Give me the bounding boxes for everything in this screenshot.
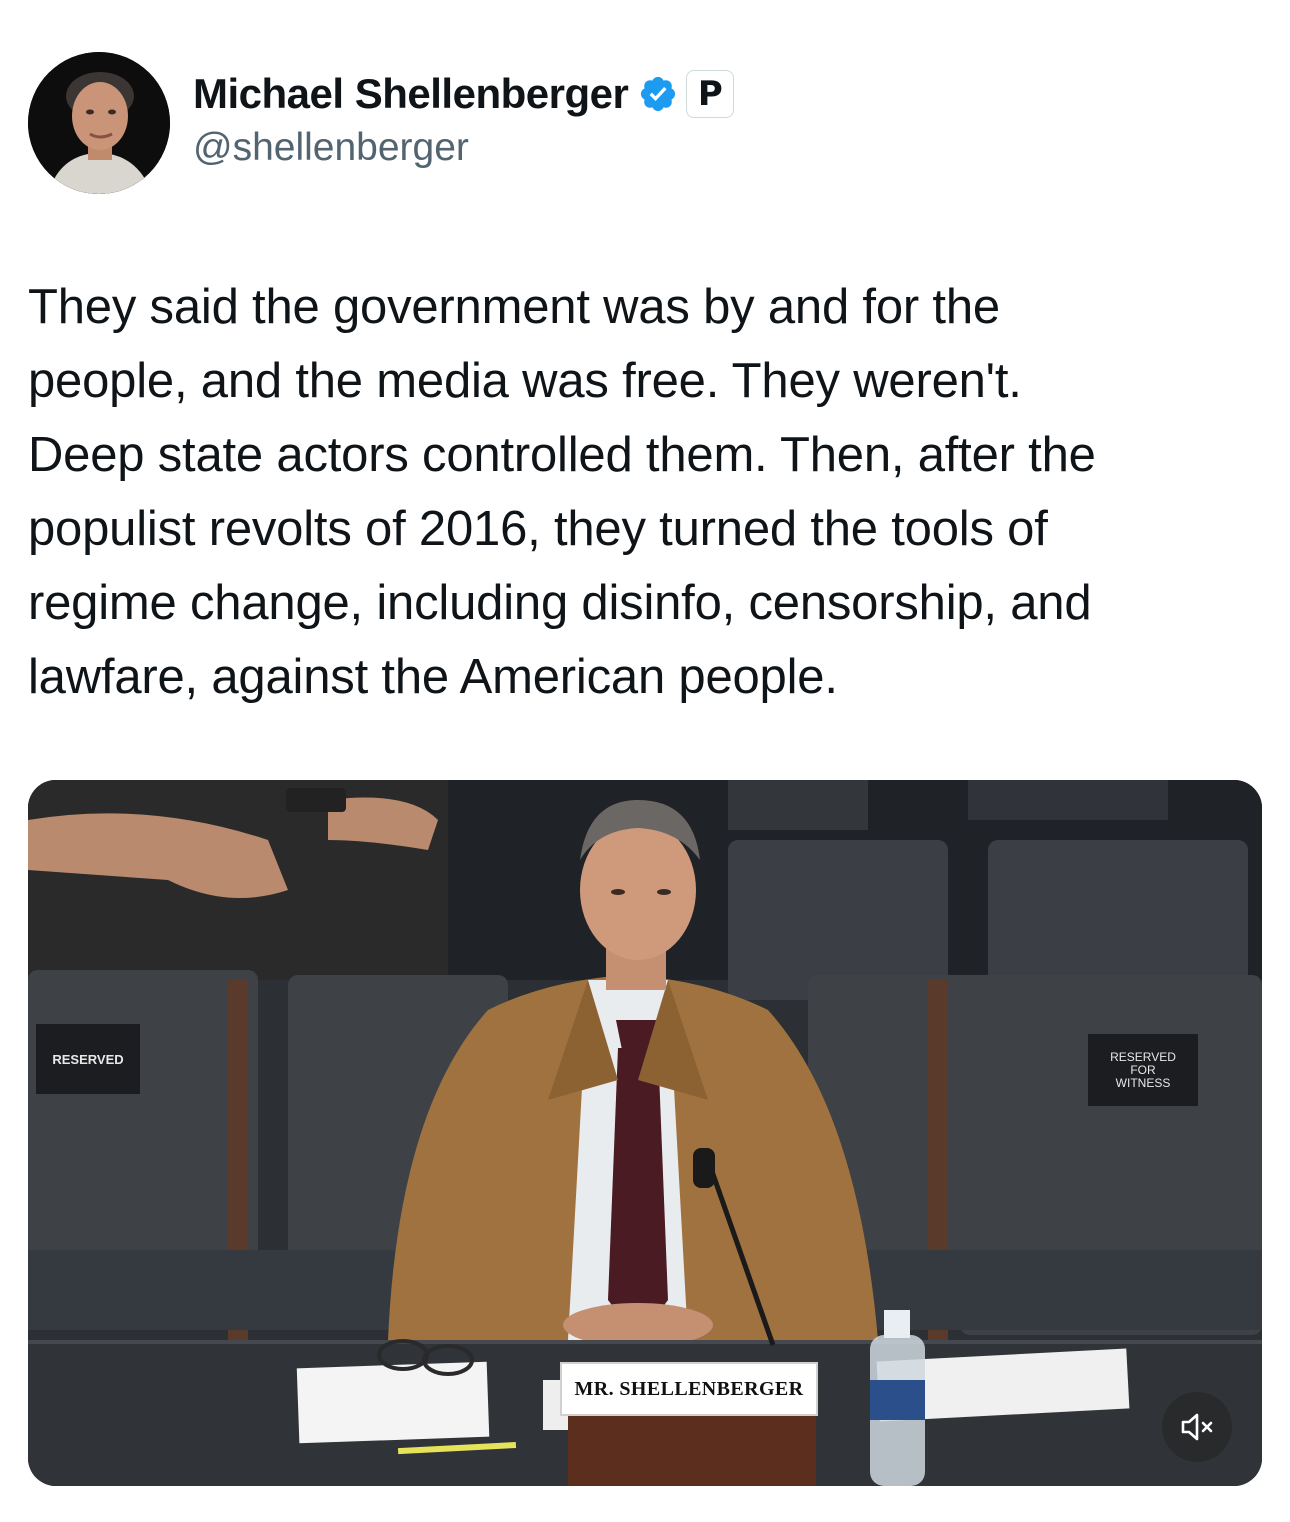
tweet-video[interactable]: RESERVED RESERVED FOR WITNESS MR. SHELLE… [28,780,1262,1486]
author-display-name[interactable]: Michael Shellenberger [193,70,629,118]
author-name-row: Michael Shellenberger P [193,66,735,122]
speaker-muted-icon [1181,1413,1213,1441]
reserved-sign: RESERVED [36,1024,140,1094]
author-handle[interactable]: @shellenberger [193,126,469,170]
tweet-text-line: populist revolts of 2016, they turned th… [28,502,1048,556]
sign-line: FOR [1130,1062,1156,1077]
verified-badge-icon[interactable] [638,74,678,114]
tweet-text: They said the government was by and for … [28,270,1263,714]
reserved-for-witness-sign: RESERVED FOR WITNESS [1088,1034,1198,1106]
tweet-text-line: They said the government was by and for … [28,280,1000,334]
tweet-text-line: lawfare, against the American people. [28,650,838,704]
tweet-text-line: regime change, including disinfo, censor… [28,576,1092,630]
sign-line: WITNESS [1115,1075,1171,1090]
mute-button[interactable] [1162,1392,1232,1462]
tweet-text-line: Deep state actors controlled them. Then,… [28,428,1096,482]
nameplate: MR. SHELLENBERGER [560,1362,818,1416]
affiliation-badge[interactable]: P [686,70,735,118]
sign-line: RESERVED [1110,1049,1176,1064]
author-avatar[interactable] [28,52,170,194]
tweet-text-line: people, and the media was free. They wer… [28,354,1022,408]
